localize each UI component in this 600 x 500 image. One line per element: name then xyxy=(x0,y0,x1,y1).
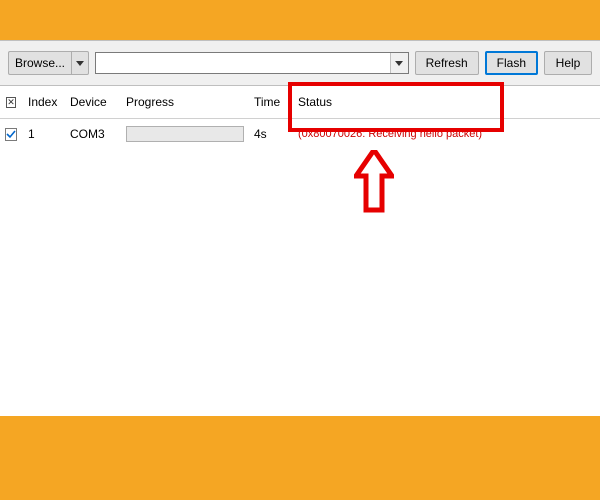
header-device[interactable]: Device xyxy=(64,92,120,112)
cell-time: 4s xyxy=(248,124,292,144)
cell-progress xyxy=(120,123,248,145)
browse-button[interactable]: Browse... xyxy=(8,51,71,75)
device-table: ✕ Index Device Progress Time Status 1 CO… xyxy=(0,86,600,416)
cell-index: 1 xyxy=(22,124,64,144)
flash-button[interactable]: Flash xyxy=(485,51,538,75)
file-combo-input[interactable] xyxy=(96,53,390,73)
header-index[interactable]: Index xyxy=(22,92,64,112)
clear-selection-icon[interactable]: ✕ xyxy=(6,97,16,108)
table-row[interactable]: 1 COM3 4s (0x80070026: Receiving hello p… xyxy=(0,119,600,149)
header-time[interactable]: Time xyxy=(248,92,292,112)
cell-device: COM3 xyxy=(64,124,120,144)
browse-dropdown-caret[interactable] xyxy=(71,51,89,75)
toolbar: Browse... Refresh Flash Help xyxy=(0,40,600,86)
file-combo-caret[interactable] xyxy=(390,53,408,73)
file-combo[interactable] xyxy=(95,52,409,74)
chevron-down-icon xyxy=(76,61,84,66)
app-window: Browse... Refresh Flash Help ✕ Index Dev… xyxy=(0,40,600,416)
refresh-button[interactable]: Refresh xyxy=(415,51,479,75)
cell-status: (0x80070026: Receiving hello packet) xyxy=(292,125,600,143)
table-header: ✕ Index Device Progress Time Status xyxy=(0,86,600,119)
check-icon xyxy=(6,129,16,139)
footer-decoration xyxy=(0,456,600,500)
annotation-arrow-icon xyxy=(354,150,394,223)
row-checkbox[interactable] xyxy=(5,128,17,141)
help-button[interactable]: Help xyxy=(544,51,592,75)
browse-split-button[interactable]: Browse... xyxy=(8,51,89,75)
chevron-down-icon xyxy=(395,61,403,66)
header-status[interactable]: Status xyxy=(292,92,600,112)
header-progress[interactable]: Progress xyxy=(120,92,248,112)
progress-bar xyxy=(126,126,244,142)
